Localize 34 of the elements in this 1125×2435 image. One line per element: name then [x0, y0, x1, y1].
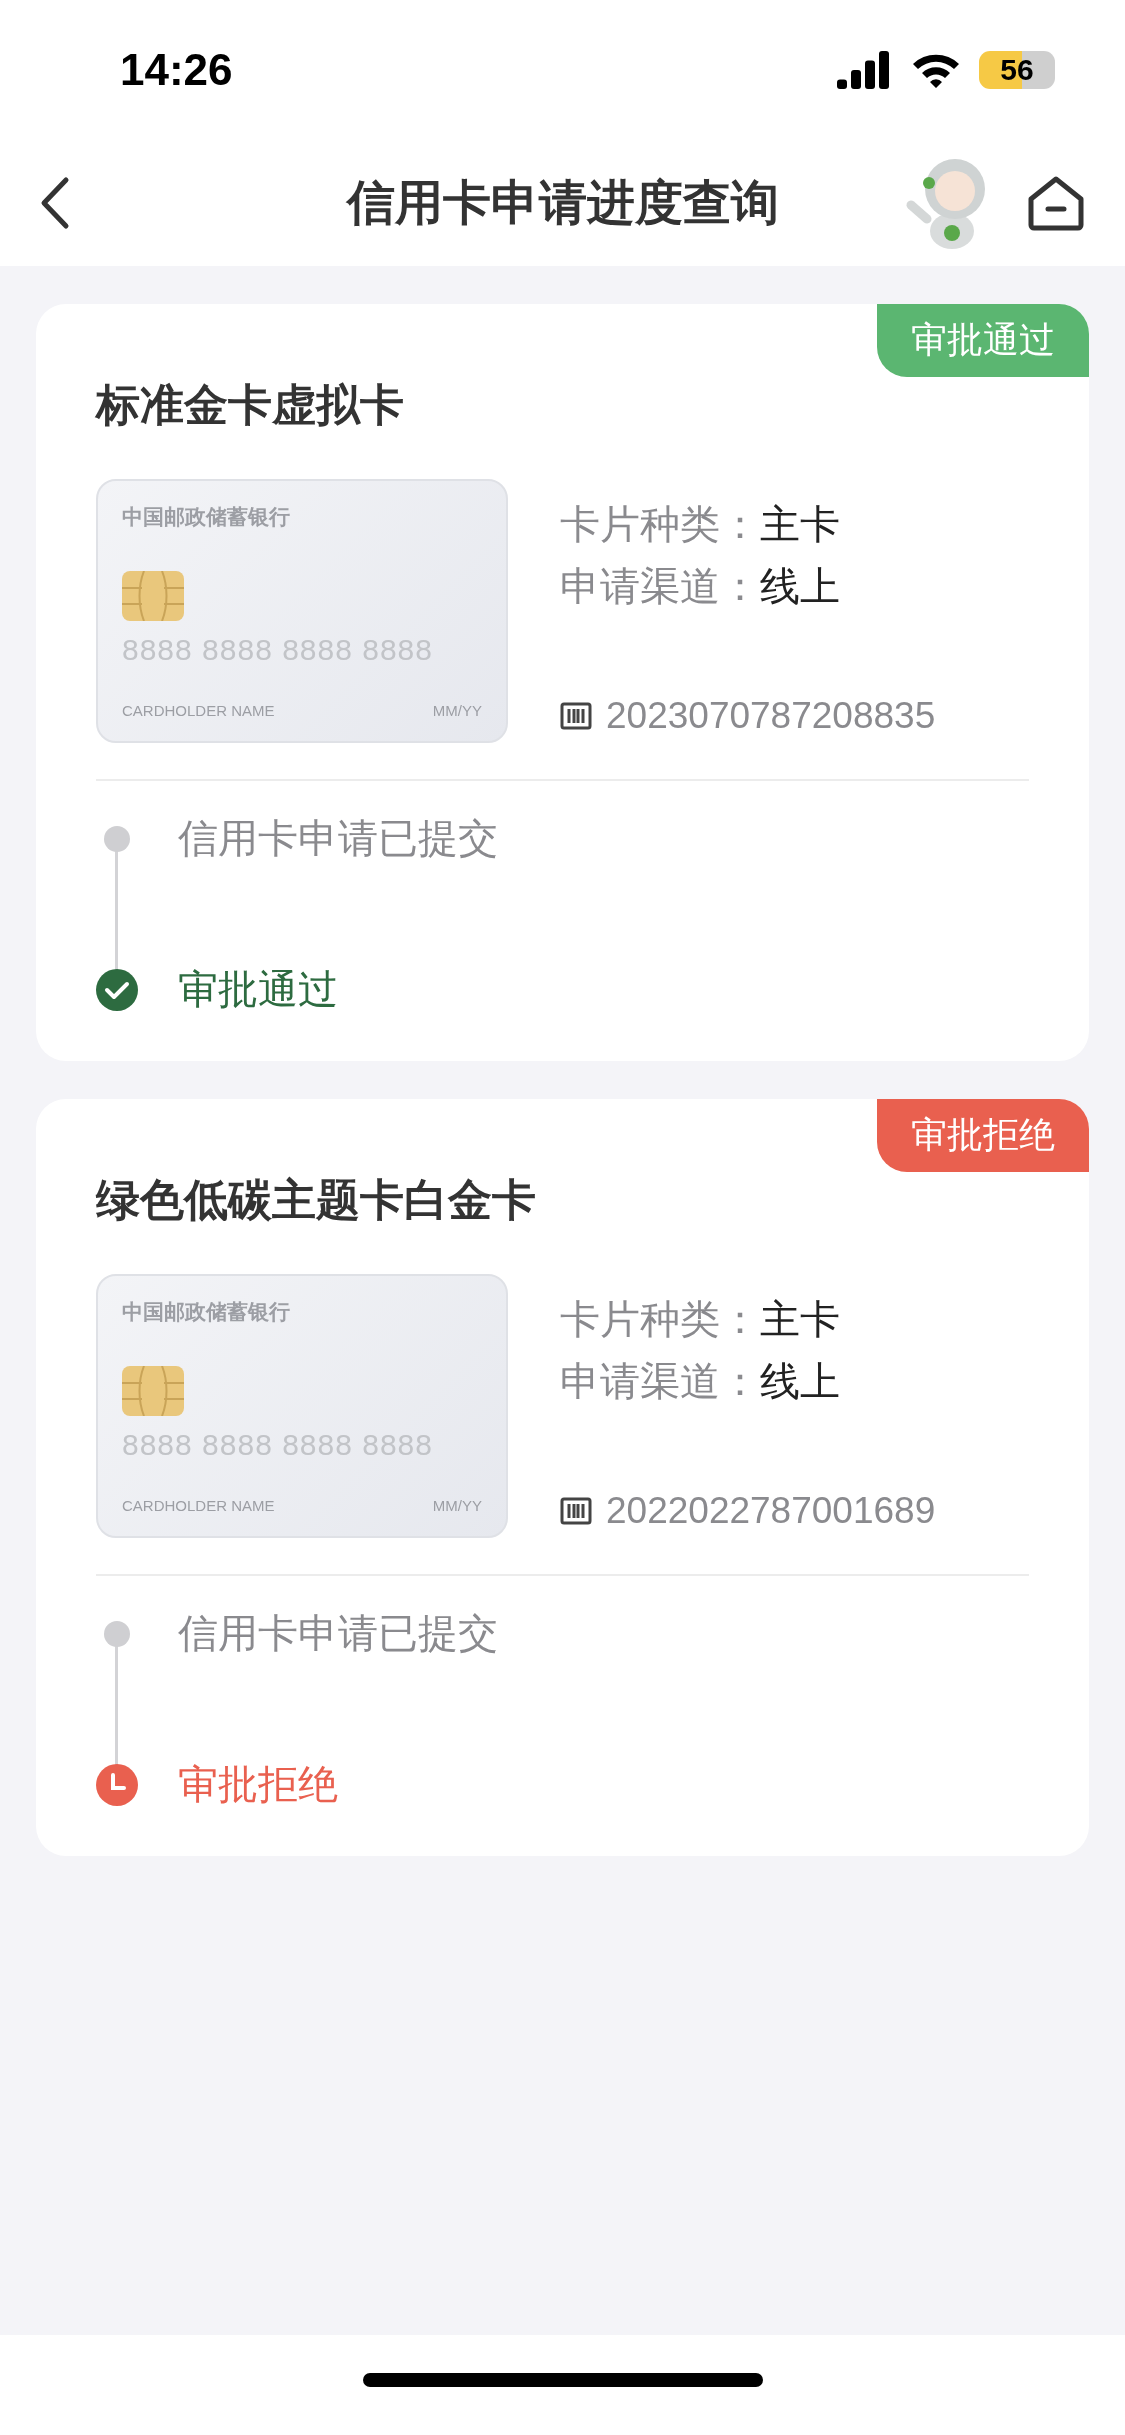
application-number: 2022022787001689	[606, 1490, 936, 1532]
step-text: 信用卡申请已提交	[178, 1609, 498, 1658]
status-badge: 审批拒绝	[877, 1099, 1089, 1172]
home-button[interactable]	[1027, 175, 1085, 231]
field-label: 卡片种类：	[560, 500, 760, 549]
field-label: 申请渠道：	[560, 562, 760, 611]
step-text: 信用卡申请已提交	[178, 814, 498, 863]
step-text: 审批拒绝	[178, 1760, 338, 1809]
back-button[interactable]	[40, 176, 70, 230]
bank-name: 中国邮政储蓄银行	[122, 504, 291, 531]
expiry-label: MM/YY	[432, 1497, 482, 1514]
field-value: 线上	[760, 562, 840, 611]
barcode-icon	[560, 1497, 592, 1525]
field-value: 线上	[760, 1357, 840, 1406]
clock-icon	[96, 1763, 138, 1806]
application-number: 2023070787208835	[606, 695, 936, 737]
barcode-icon	[560, 702, 592, 730]
status-badge: 审批通过	[877, 304, 1089, 377]
step-text: 审批通过	[178, 965, 338, 1014]
field-label: 申请渠道：	[560, 1357, 760, 1406]
field-label: 卡片种类：	[560, 1295, 760, 1344]
status-time: 14:26	[120, 45, 233, 95]
chip-icon	[122, 571, 184, 621]
field-value: 主卡	[760, 500, 840, 549]
cardholder-label: CARDHOLDER NAME	[122, 702, 275, 719]
bank-name: 中国邮政储蓄银行	[122, 1299, 291, 1326]
card-name: 标准金卡虚拟卡	[96, 378, 405, 432]
page-title: 信用卡申请进度查询	[346, 173, 779, 232]
expiry-label: MM/YY	[432, 702, 482, 719]
check-icon	[96, 968, 138, 1011]
field-value: 主卡	[760, 1295, 840, 1344]
cardholder-label: CARDHOLDER NAME	[122, 1497, 275, 1514]
card-name: 绿色低碳主题卡白金卡	[96, 1173, 537, 1227]
chip-icon	[122, 1366, 184, 1416]
